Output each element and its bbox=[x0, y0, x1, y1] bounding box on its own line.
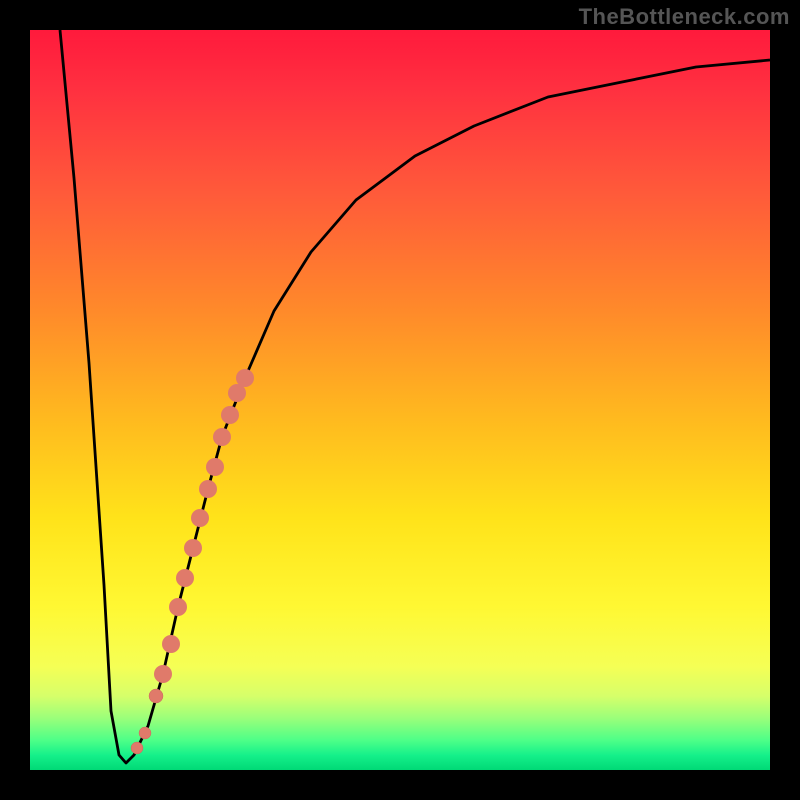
plot-area bbox=[30, 30, 770, 770]
bottleneck-curve bbox=[60, 30, 770, 763]
watermark-text: TheBottleneck.com bbox=[579, 4, 790, 30]
curve-layer bbox=[30, 30, 770, 770]
highlight-dots bbox=[131, 369, 254, 754]
chart-frame: TheBottleneck.com bbox=[0, 0, 800, 800]
